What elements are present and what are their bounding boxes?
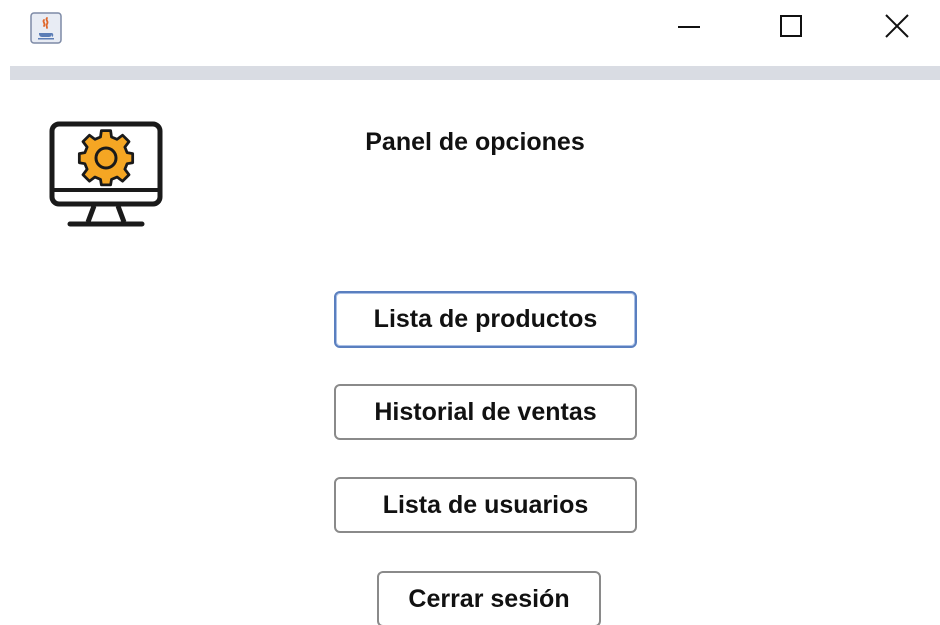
title-divider <box>10 66 940 80</box>
maximize-button[interactable] <box>758 0 824 56</box>
monitor-gear-icon <box>48 120 164 230</box>
close-button[interactable] <box>864 0 930 56</box>
java-coffee-icon[interactable] <box>30 12 62 44</box>
sales-history-button[interactable]: Historial de ventas <box>334 384 637 440</box>
minimize-button[interactable] <box>656 0 722 56</box>
close-icon <box>884 13 910 44</box>
logout-button[interactable]: Cerrar sesión <box>377 571 601 625</box>
product-list-button[interactable]: Lista de productos <box>334 291 637 348</box>
minimize-icon <box>676 13 702 44</box>
maximize-icon <box>778 13 804 44</box>
app-window: Panel de opciones Lista de productos His… <box>0 0 940 625</box>
title-bar[interactable] <box>0 0 940 62</box>
user-list-button[interactable]: Lista de usuarios <box>334 477 637 533</box>
page-title: Panel de opciones <box>365 128 585 156</box>
